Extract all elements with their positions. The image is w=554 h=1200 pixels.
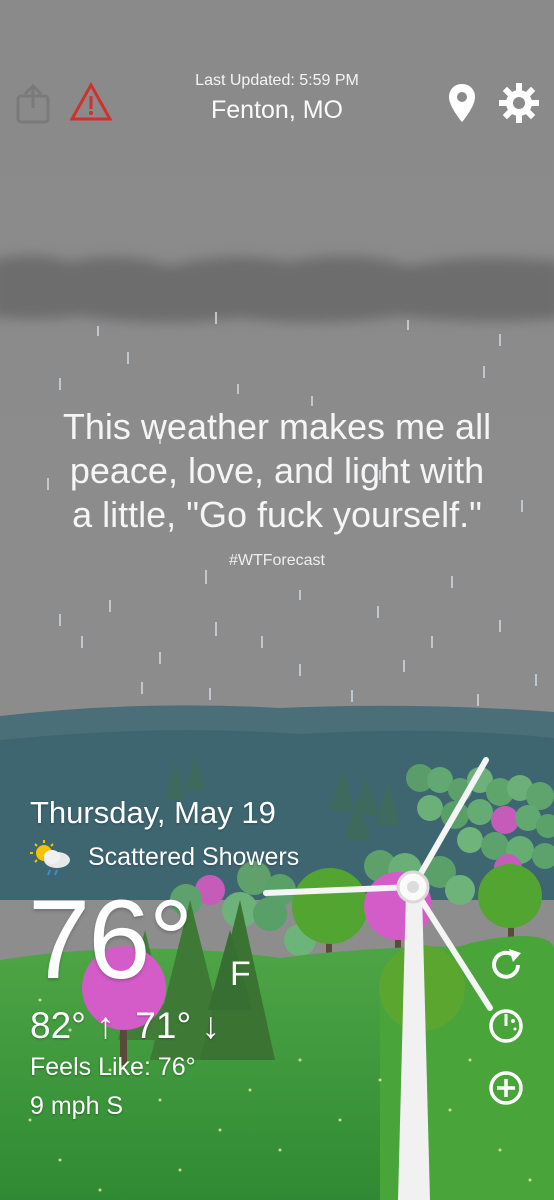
- weather-quote: This weather makes me all peace, love, a…: [20, 405, 534, 537]
- forecast-date: Thursday, May 19: [30, 795, 276, 830]
- feels-like: Feels Like: 76°: [30, 1053, 196, 1081]
- refresh-icon[interactable]: [487, 946, 525, 989]
- condition-label: Scattered Showers: [88, 843, 300, 871]
- map-pin-icon[interactable]: [447, 82, 477, 129]
- gear-icon[interactable]: [498, 82, 540, 129]
- hashtag: #WTForecast: [228, 552, 325, 569]
- current-temperature: 76°: [28, 877, 193, 1002]
- quote-line-3: a little, "Go fuck yourself.": [72, 494, 482, 535]
- temperature-unit[interactable]: F: [230, 955, 251, 994]
- plus-circle-icon[interactable]: [487, 1069, 525, 1112]
- wind-speed: 9 mph S: [30, 1092, 124, 1120]
- quote-line-2: peace, love, and light with: [69, 450, 485, 491]
- quote-line-1: This weather makes me all: [62, 406, 492, 447]
- high-low-temperature: 82° ↑ 71° ↓: [30, 1005, 221, 1046]
- radar-icon[interactable]: [487, 1007, 525, 1050]
- sun-cloud-rain-icon: [30, 840, 72, 881]
